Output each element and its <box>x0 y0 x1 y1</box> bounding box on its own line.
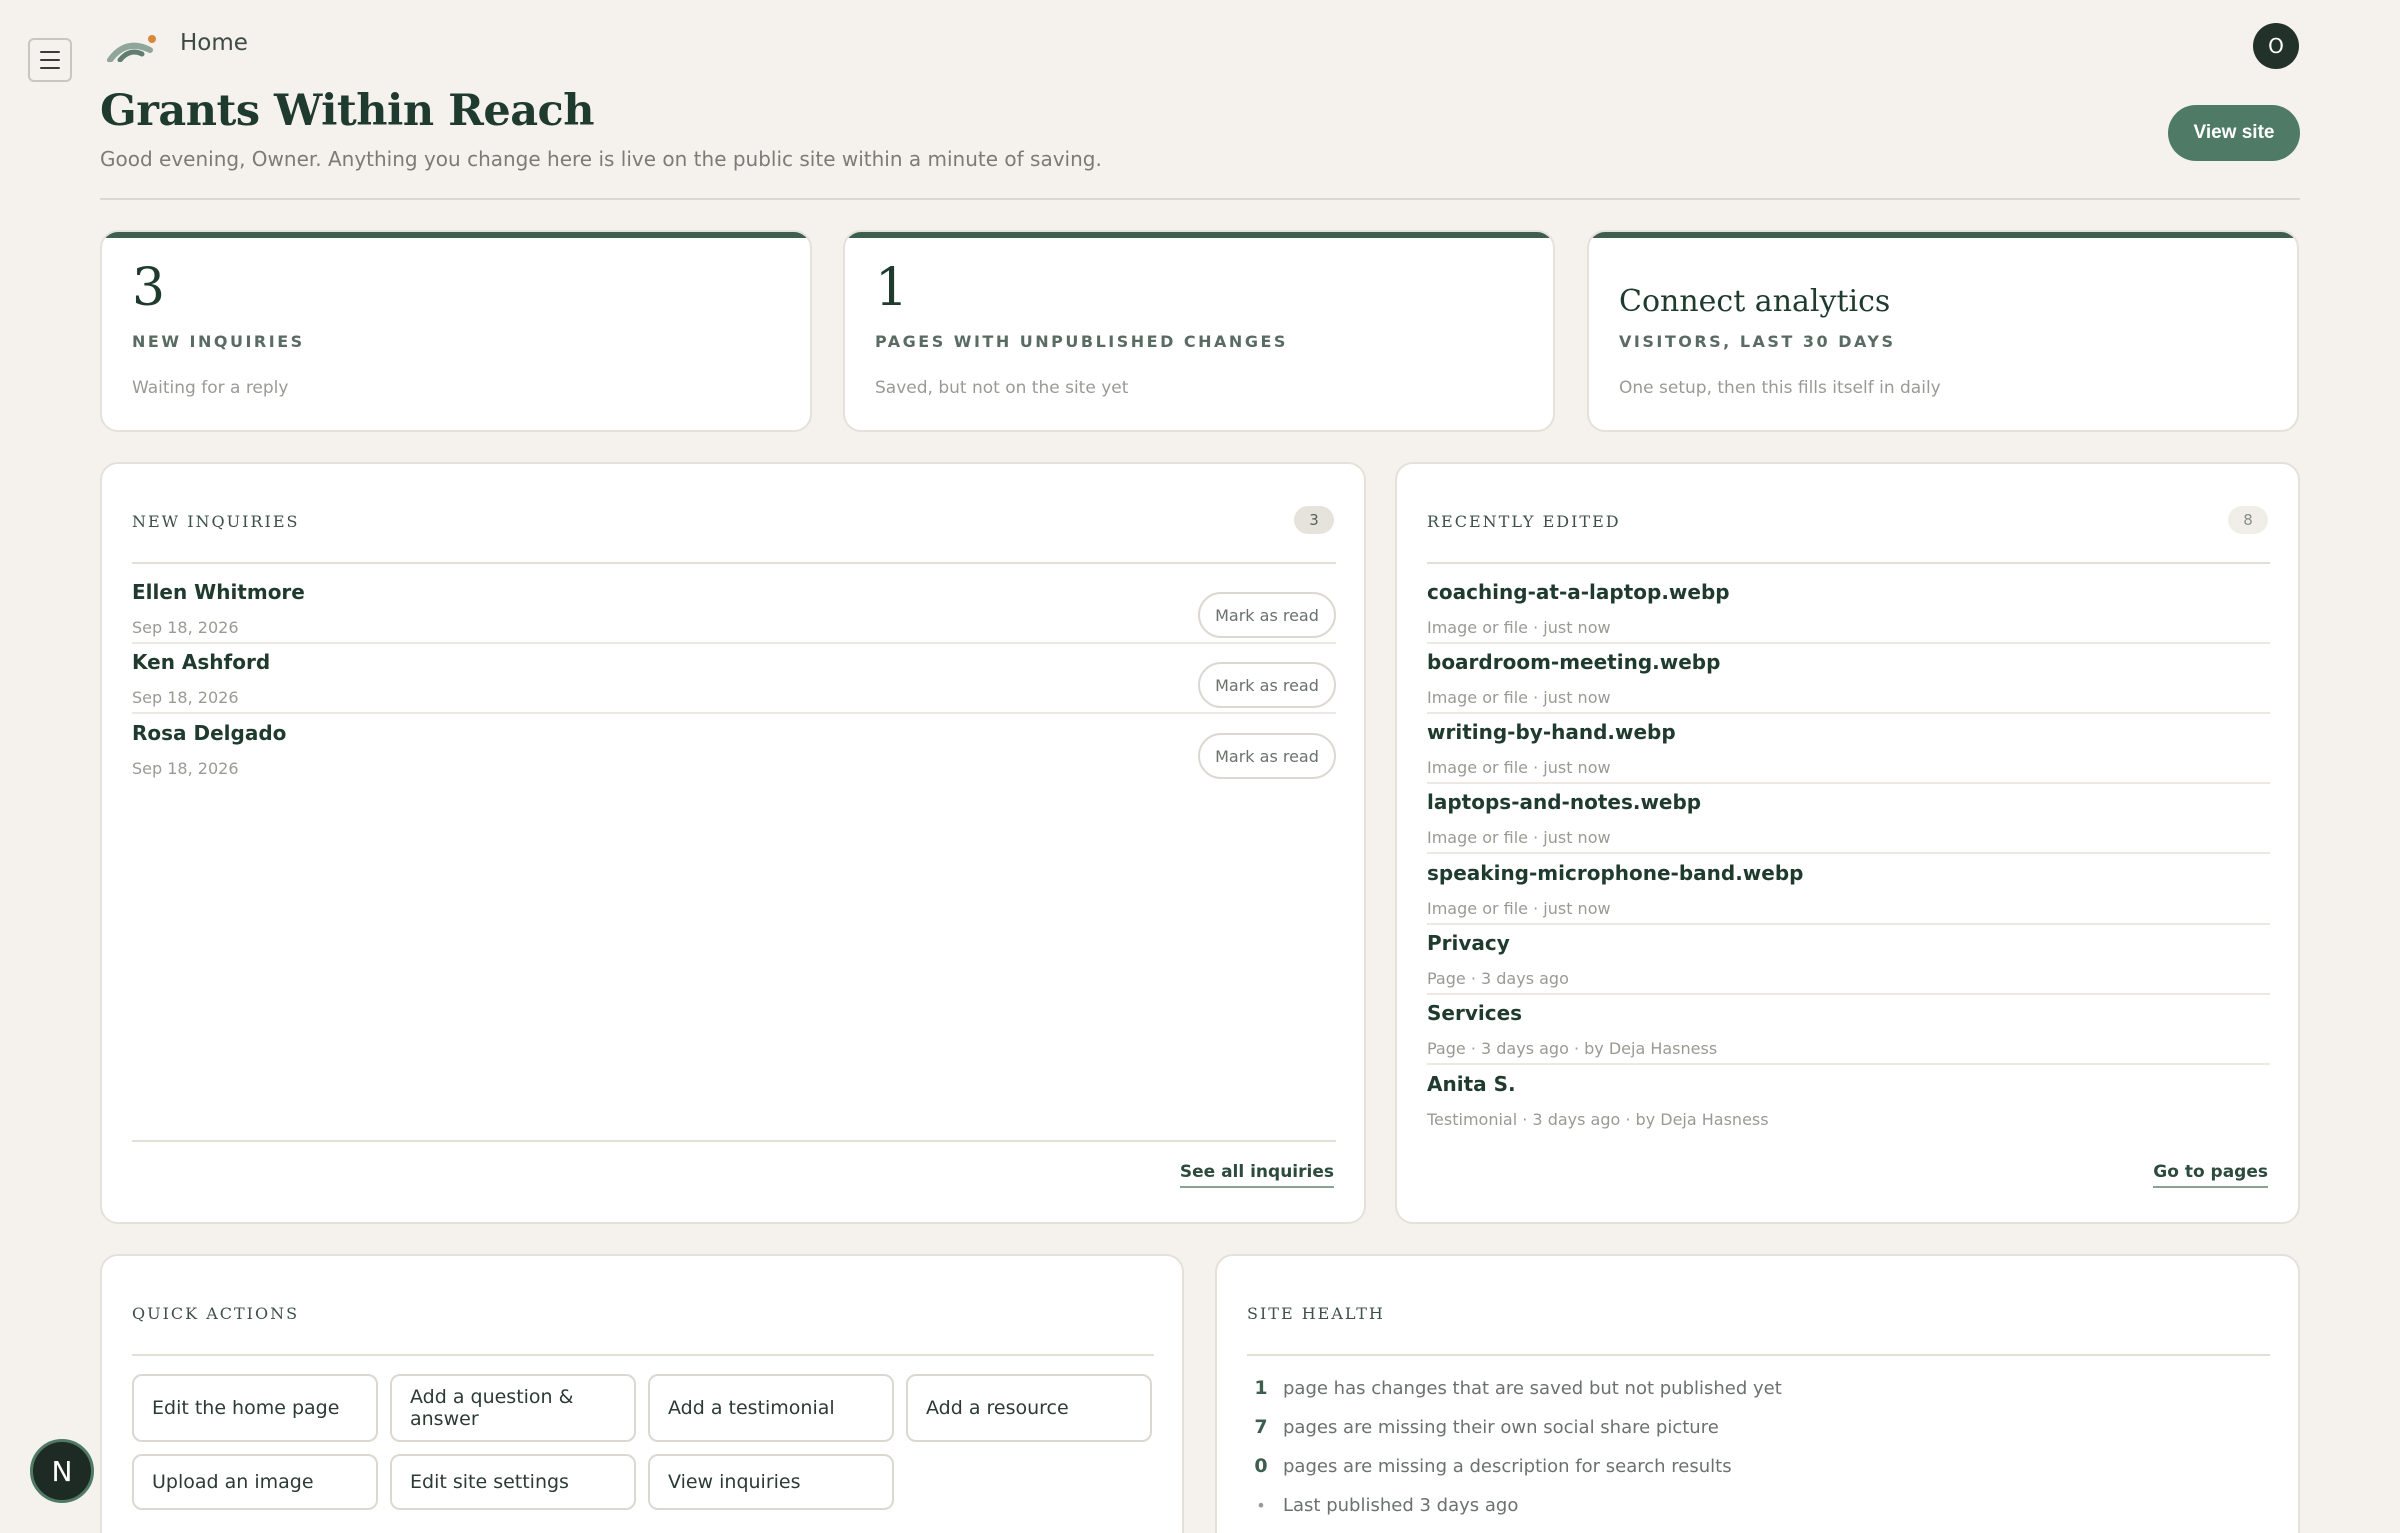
view-inquiries-button[interactable]: View inquiries <box>648 1454 894 1510</box>
mark-as-read-button[interactable]: Mark as read <box>1198 592 1336 638</box>
menu-button[interactable] <box>28 38 72 82</box>
recent-item[interactable]: writing-by-hand.webp Image or file · jus… <box>1427 714 2270 784</box>
edit-home-page-button[interactable]: Edit the home page <box>132 1374 378 1442</box>
recent-item-meta: Testimonial · 3 days ago · by Deja Hasne… <box>1427 1110 1769 1129</box>
recent-item-name: speaking-microphone-band.webp <box>1427 861 1804 885</box>
add-resource-button[interactable]: Add a resource <box>906 1374 1152 1442</box>
stat-card-analytics[interactable]: Connect analytics VISITORS, LAST 30 DAYS… <box>1587 230 2299 432</box>
stat-card-unpublished-pages[interactable]: 1 PAGES WITH UNPUBLISHED CHANGES Saved, … <box>843 230 1555 432</box>
health-item[interactable]: 7 pages are missing their own social sha… <box>1247 1412 1719 1442</box>
add-testimonial-button[interactable]: Add a testimonial <box>648 1374 894 1442</box>
connect-analytics-link[interactable]: Connect analytics <box>1619 284 1890 319</box>
panel-title: NEW INQUIRIES <box>132 512 300 531</box>
recent-item-name: Privacy <box>1427 931 1510 955</box>
avatar[interactable]: O <box>2253 23 2299 69</box>
bullet-icon: • <box>1256 1495 1266 1515</box>
add-question-answer-button[interactable]: Add a question & answer <box>390 1374 636 1442</box>
health-item: • Last published 3 days ago <box>1247 1490 1518 1520</box>
see-all-inquiries-link[interactable]: See all inquiries <box>1179 1162 1334 1188</box>
inquiries-count-badge: 3 <box>1294 506 1334 534</box>
recent-item-meta: Image or file · just now <box>1427 758 1611 777</box>
stat-label: NEW INQUIRIES <box>132 332 305 351</box>
menu-icon <box>40 51 60 53</box>
recent-item-name: coaching-at-a-laptop.webp <box>1427 580 1730 604</box>
mark-as-read-button[interactable]: Mark as read <box>1198 733 1336 779</box>
inquiries-panel: NEW INQUIRIES 3 Ellen Whitmore Sep 18, 2… <box>100 462 1366 1224</box>
recent-item-meta: Page · 3 days ago · by Deja Hasness <box>1427 1039 1718 1058</box>
recent-count-badge: 8 <box>2228 506 2268 534</box>
recent-item[interactable]: Privacy Page · 3 days ago <box>1427 925 2270 995</box>
recent-item[interactable]: boardroom-meeting.webp Image or file · j… <box>1427 644 2270 714</box>
health-text: pages are missing their own social share… <box>1283 1416 1719 1438</box>
inquiry-row[interactable]: Ellen Whitmore Sep 18, 2026 Mark as read <box>132 574 1336 644</box>
mark-as-read-button[interactable]: Mark as read <box>1198 662 1336 708</box>
stat-label: PAGES WITH UNPUBLISHED CHANGES <box>875 332 1288 351</box>
recent-item-meta: Image or file · just now <box>1427 899 1611 918</box>
stat-hint: One setup, then this fills itself in dai… <box>1619 378 1941 398</box>
breadcrumb-home[interactable]: Home <box>180 30 248 56</box>
recent-item[interactable]: Services Page · 3 days ago · by Deja Has… <box>1427 995 2270 1065</box>
health-count: 0 <box>1254 1455 1268 1477</box>
health-text: page has changes that are saved but not … <box>1283 1377 1782 1399</box>
stat-value: 3 <box>132 258 166 318</box>
next-js-badge-button[interactable]: N <box>30 1439 94 1503</box>
inquiry-row[interactable]: Ken Ashford Sep 18, 2026 Mark as read <box>132 644 1336 714</box>
stat-label: VISITORS, LAST 30 DAYS <box>1619 332 1896 351</box>
health-item[interactable]: 0 pages are missing a description for se… <box>1247 1451 1732 1481</box>
panel-title: RECENTLY EDITED <box>1427 512 1621 531</box>
recent-item[interactable]: Anita S. Testimonial · 3 days ago · by D… <box>1427 1066 2270 1136</box>
health-count: 1 <box>1254 1377 1268 1399</box>
stat-hint: Saved, but not on the site yet <box>875 378 1129 398</box>
view-site-button[interactable]: View site <box>2168 105 2300 161</box>
stat-value: 1 <box>875 258 909 318</box>
quick-actions-panel: QUICK ACTIONS Edit the home page Add a q… <box>100 1254 1184 1533</box>
inquiry-name: Ellen Whitmore <box>132 580 305 604</box>
recent-item-name: Anita S. <box>1427 1072 1516 1096</box>
go-to-pages-link[interactable]: Go to pages <box>2153 1162 2268 1188</box>
inquiry-date: Sep 18, 2026 <box>132 688 239 707</box>
recent-item-meta: Image or file · just now <box>1427 618 1611 637</box>
health-item[interactable]: 1 page has changes that are saved but no… <box>1247 1373 1782 1403</box>
panel-title: SITE HEALTH <box>1247 1304 1385 1323</box>
recent-item-meta: Image or file · just now <box>1427 688 1611 707</box>
recent-item[interactable]: coaching-at-a-laptop.webp Image or file … <box>1427 574 2270 644</box>
recent-item-name: boardroom-meeting.webp <box>1427 650 1721 674</box>
health-count: 7 <box>1254 1416 1268 1438</box>
edit-site-settings-button[interactable]: Edit site settings <box>390 1454 636 1510</box>
recently-edited-panel: RECENTLY EDITED 8 coaching-at-a-laptop.w… <box>1395 462 2300 1224</box>
inquiry-name: Ken Ashford <box>132 650 271 674</box>
page-subtitle: Good evening, Owner. Anything you change… <box>100 147 1102 171</box>
recent-item-name: writing-by-hand.webp <box>1427 720 1676 744</box>
inquiry-row[interactable]: Rosa Delgado Sep 18, 2026 Mark as read <box>132 715 1336 785</box>
inquiry-date: Sep 18, 2026 <box>132 759 239 778</box>
inquiry-date: Sep 18, 2026 <box>132 618 239 637</box>
stat-hint: Waiting for a reply <box>132 378 289 398</box>
recent-item[interactable]: laptops-and-notes.webp Image or file · j… <box>1427 784 2270 854</box>
recent-item-meta: Page · 3 days ago <box>1427 969 1569 988</box>
header-divider <box>100 198 2300 200</box>
recent-item[interactable]: speaking-microphone-band.webp Image or f… <box>1427 855 2270 925</box>
recent-item-name: laptops-and-notes.webp <box>1427 790 1702 814</box>
panel-title: QUICK ACTIONS <box>132 1304 300 1323</box>
health-text: pages are missing a description for sear… <box>1283 1455 1732 1477</box>
recent-item-name: Services <box>1427 1001 1523 1025</box>
stat-card-new-inquiries[interactable]: 3 NEW INQUIRIES Waiting for a reply <box>100 230 812 432</box>
upload-image-button[interactable]: Upload an image <box>132 1454 378 1510</box>
brand-logo-icon <box>107 35 156 62</box>
inquiry-name: Rosa Delgado <box>132 721 287 745</box>
health-text: Last published 3 days ago <box>1283 1494 1519 1516</box>
site-health-panel: SITE HEALTH 1 page has changes that are … <box>1215 1254 2300 1533</box>
page-title: Grants Within Reach <box>100 86 595 136</box>
recent-item-meta: Image or file · just now <box>1427 828 1611 847</box>
